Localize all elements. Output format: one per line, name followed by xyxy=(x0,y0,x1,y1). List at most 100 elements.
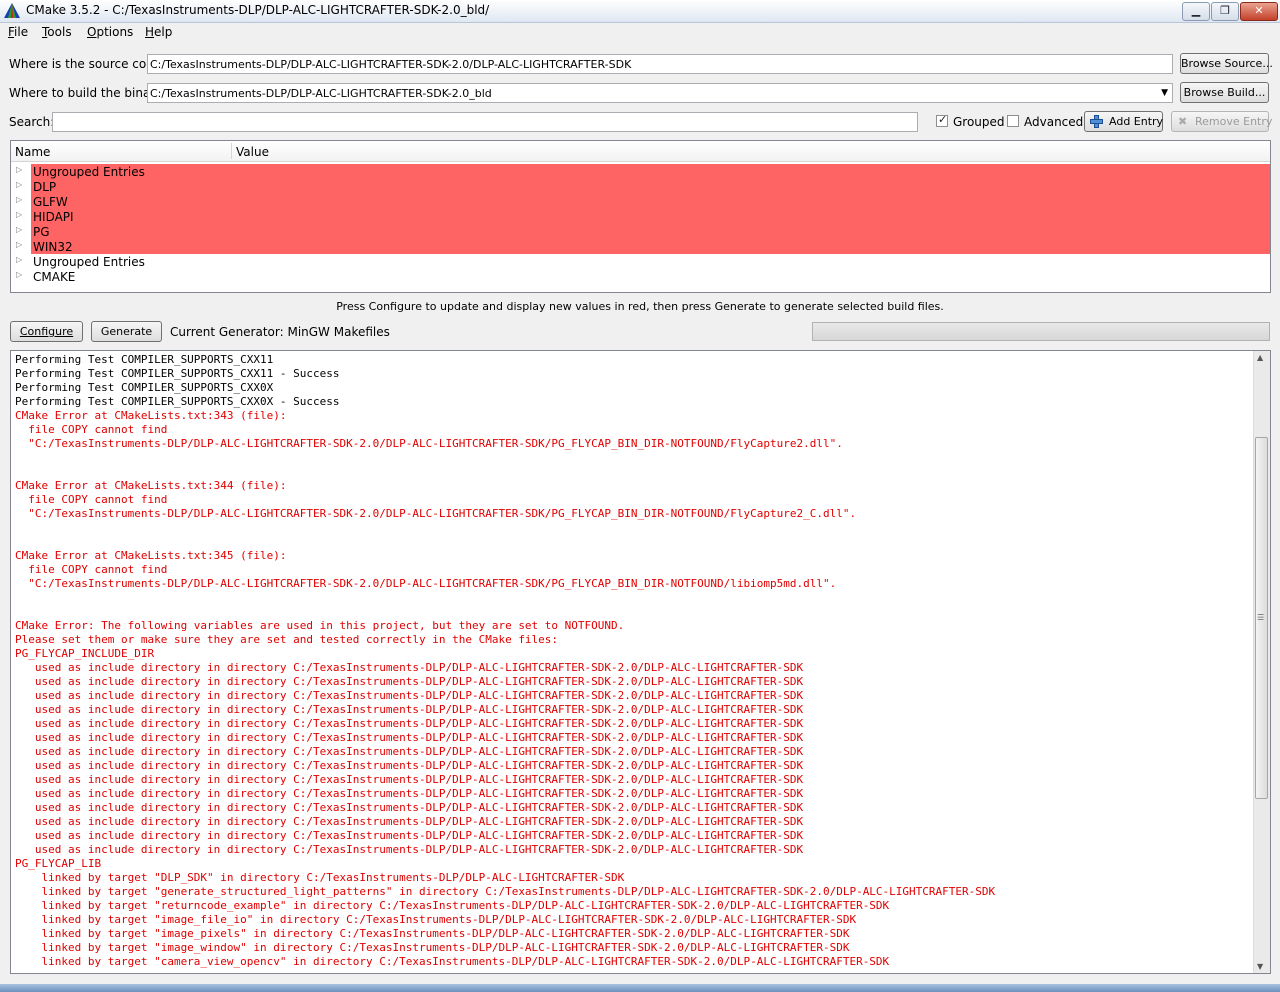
expand-arrow-icon[interactable]: ▷ xyxy=(16,180,22,189)
output-line: used as include directory in directory C… xyxy=(15,801,804,814)
generate-button[interactable]: Generate xyxy=(91,321,162,342)
menu-help-label: elp xyxy=(154,25,173,39)
minimize-button[interactable]: ▁ xyxy=(1182,2,1210,21)
remove-entry-button[interactable]: ✖ Remove Entry xyxy=(1171,111,1273,132)
output-line: used as include directory in directory C… xyxy=(15,815,804,828)
output-line: used as include directory in directory C… xyxy=(15,759,804,772)
output-line: CMake Error at CMakeLists.txt:344 (file)… xyxy=(15,479,287,492)
maximize-button[interactable]: ❐ xyxy=(1211,2,1239,21)
column-header-value[interactable]: Value xyxy=(236,145,269,159)
output-line: linked by target "image_pixels" in direc… xyxy=(15,927,850,940)
tree-row-name: Ungrouped Entries xyxy=(33,255,145,269)
output-line: used as include directory in directory C… xyxy=(15,787,804,800)
browse-source-button[interactable]: Browse Source... xyxy=(1180,53,1273,74)
output-line: CMake Error: The following variables are… xyxy=(15,619,625,632)
row-highlight xyxy=(31,239,1270,254)
output-line: "C:/TexasInstruments-DLP/DLP-ALC-LIGHTCR… xyxy=(15,577,837,590)
output-line: CMake Error at CMakeLists.txt:345 (file)… xyxy=(15,549,287,562)
build-path-value: C:/TexasInstruments-DLP/DLP-ALC-LIGHTCRA… xyxy=(150,87,492,100)
output-line: PG_FLYCAP_LIB xyxy=(15,857,102,870)
configure-label: Configure xyxy=(19,325,74,338)
output-line: file COPY cannot find xyxy=(15,493,168,506)
expand-arrow-icon[interactable]: ▷ xyxy=(16,195,22,204)
advanced-label: Advanced xyxy=(1024,115,1084,129)
menu-file-label: ile xyxy=(14,25,29,39)
output-line: linked by target "camera_view_opencv" in… xyxy=(15,955,890,968)
remove-entry-label: Remove Entry xyxy=(1195,115,1273,128)
generate-label: Generate xyxy=(100,325,153,338)
expand-arrow-icon[interactable]: ▷ xyxy=(16,255,22,264)
output-line: CMake Error at CMakeLists.txt:343 (file)… xyxy=(15,409,287,422)
tree-row-name: PG xyxy=(33,225,50,239)
column-header-name[interactable]: Name xyxy=(15,145,50,159)
output-line: used as include directory in directory C… xyxy=(15,773,804,786)
menu-file[interactable]: File xyxy=(8,25,28,39)
tree-row-name: Ungrouped Entries xyxy=(33,165,145,179)
row-highlight xyxy=(31,194,1270,209)
tree-row[interactable]: ▷ WIN32 xyxy=(11,239,1270,254)
output-line: used as include directory in directory C… xyxy=(15,829,804,842)
output-line: Please set them or make sure they are se… xyxy=(15,633,559,646)
browse-build-button[interactable]: Browse Build... xyxy=(1180,82,1269,103)
advanced-checkbox[interactable] xyxy=(1007,115,1019,127)
progress-bar xyxy=(812,322,1270,341)
column-separator[interactable] xyxy=(231,143,232,159)
menu-bar: File Tools Options Help xyxy=(0,23,1280,43)
tree-row[interactable]: ▷ CMAKE xyxy=(11,269,1270,284)
tree-row[interactable]: ▷ Ungrouped Entries xyxy=(11,164,1270,179)
menu-options[interactable]: Options xyxy=(87,25,133,39)
output-line: Performing Test COMPILER_SUPPORTS_CXX0X … xyxy=(15,395,340,408)
expand-arrow-icon[interactable]: ▷ xyxy=(16,240,22,249)
configure-button[interactable]: Configure xyxy=(10,321,83,342)
tree-row-name: WIN32 xyxy=(33,240,73,254)
build-path-combobox[interactable]: C:/TexasInstruments-DLP/DLP-ALC-LIGHTCRA… xyxy=(147,83,1173,103)
menu-options-label: ptions xyxy=(96,25,134,39)
tree-row[interactable]: ▷ GLFW xyxy=(11,194,1270,209)
output-line: used as include directory in directory C… xyxy=(15,745,804,758)
search-label: Search: xyxy=(9,115,55,129)
tree-row[interactable]: ▷ PG xyxy=(11,224,1270,239)
menu-tools[interactable]: Tools xyxy=(42,25,72,39)
window-title: CMake 3.5.2 - C:/TexasInstruments-DLP/DL… xyxy=(26,3,490,17)
tree-row[interactable]: ▷ DLP xyxy=(11,179,1270,194)
scroll-up-icon[interactable]: ▲ xyxy=(1257,353,1263,362)
output-line: linked by target "returncode_example" in… xyxy=(15,899,890,912)
menu-help[interactable]: Help xyxy=(145,25,172,39)
row-highlight xyxy=(31,224,1270,239)
expand-arrow-icon[interactable]: ▷ xyxy=(16,225,22,234)
cache-tree-view[interactable]: Name Value ▷ Ungrouped Entries ▷ DLP ▷ GLFW ▷ H… xyxy=(10,140,1271,293)
tree-row[interactable]: ▷ Ungrouped Entries xyxy=(11,254,1270,269)
output-line: used as include directory in directory C… xyxy=(15,689,804,702)
menu-tools-label: ools xyxy=(47,25,72,39)
tree-row-name: HIDAPI xyxy=(33,210,74,224)
output-lines: Performing Test COMPILER_SUPPORTS_CXX11 P… xyxy=(15,353,995,969)
output-log[interactable]: Performing Test COMPILER_SUPPORTS_CXX11 P… xyxy=(10,350,1271,974)
scroll-down-icon[interactable]: ▼ xyxy=(1257,962,1263,971)
search-input[interactable] xyxy=(52,112,918,132)
grouped-checkbox[interactable]: ✓ xyxy=(936,113,948,127)
output-line: linked by target "DLP_SDK" in directory … xyxy=(15,871,625,884)
expand-arrow-icon[interactable]: ▷ xyxy=(16,270,22,279)
close-button[interactable]: ✕ xyxy=(1240,2,1278,21)
grouped-label: Grouped xyxy=(953,115,1005,129)
output-line: PG_FLYCAP_INCLUDE_DIR xyxy=(15,647,155,660)
cmake-logo-icon xyxy=(4,3,20,18)
remove-icon: ✖ xyxy=(1178,115,1188,128)
dropdown-arrow-icon[interactable]: ▼ xyxy=(1161,88,1168,98)
row-highlight xyxy=(31,164,1270,179)
output-line: Performing Test COMPILER_SUPPORTS_CXX0X xyxy=(15,381,274,394)
output-line: used as include directory in directory C… xyxy=(15,661,804,674)
add-entry-button[interactable]: Add Entry xyxy=(1084,111,1163,132)
output-line: used as include directory in directory C… xyxy=(15,843,804,856)
tree-row[interactable]: ▷ HIDAPI xyxy=(11,209,1270,224)
output-line: used as include directory in directory C… xyxy=(15,675,804,688)
expand-arrow-icon[interactable]: ▷ xyxy=(16,210,22,219)
output-scrollbar[interactable]: ▲ ☰ ▼ xyxy=(1253,351,1270,973)
tree-row-name: CMAKE xyxy=(33,270,76,284)
expand-arrow-icon[interactable]: ▷ xyxy=(16,165,22,174)
source-path-input[interactable]: C:/TexasInstruments-DLP/DLP-ALC-LIGHTCRA… xyxy=(147,54,1173,74)
